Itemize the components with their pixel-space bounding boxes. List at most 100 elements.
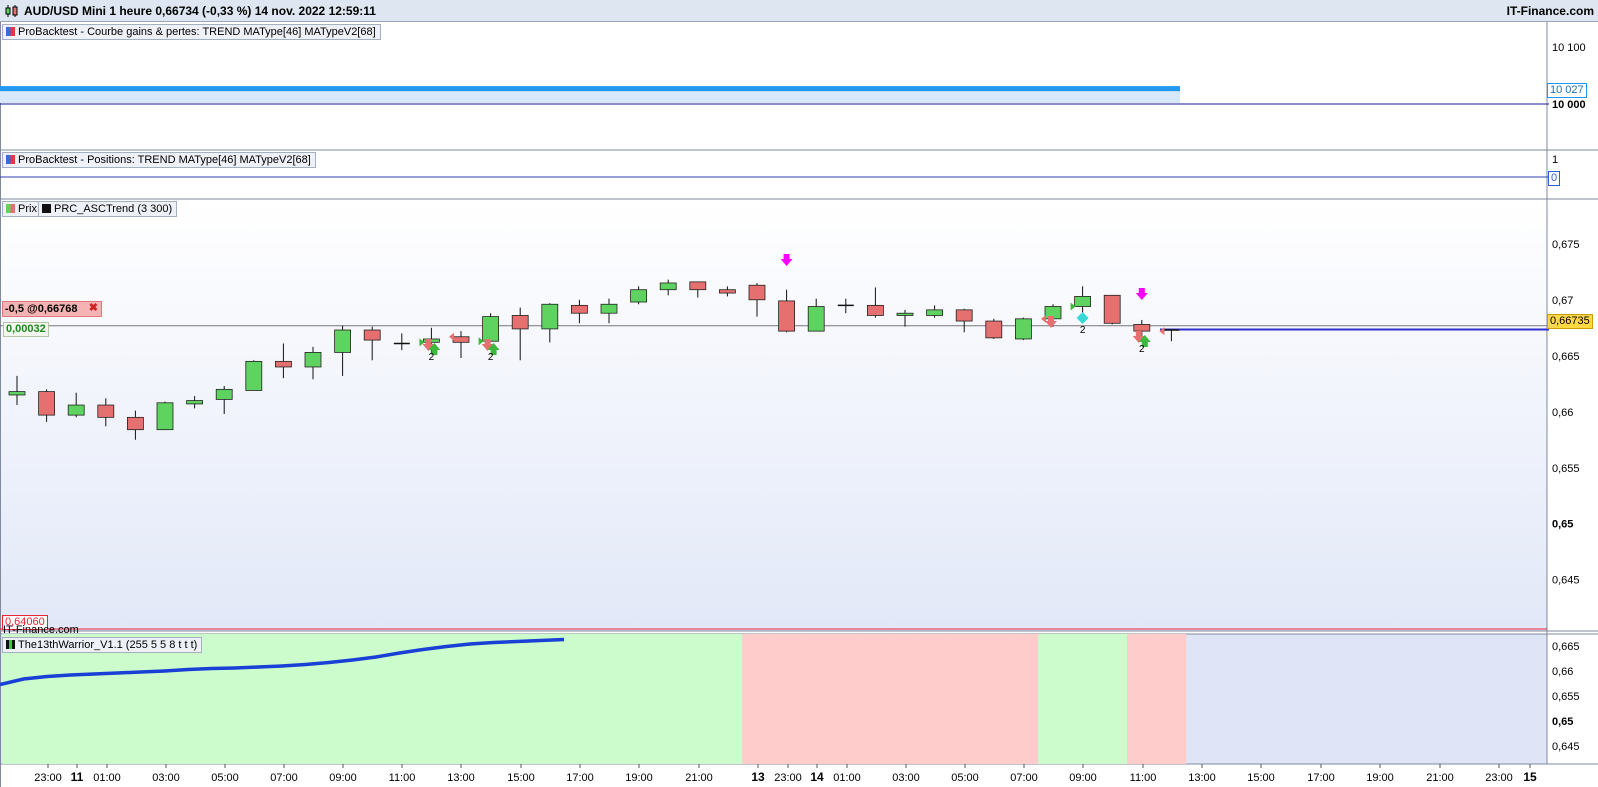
- signal-count-label: 2: [1080, 325, 1086, 336]
- candle-up: [600, 303, 618, 314]
- warrior-tick-label: 0,645: [1552, 741, 1580, 753]
- x-axis-label: 21:00: [685, 772, 713, 784]
- candle-up: [630, 289, 647, 303]
- price-tick-label: 0,67: [1552, 295, 1573, 307]
- x-axis-label: 03:00: [152, 772, 180, 784]
- x-axis-label: 11:00: [1130, 772, 1157, 784]
- candle-up: [482, 316, 500, 342]
- candle-down: [689, 281, 707, 291]
- bull-zone: [120, 634, 151, 764]
- equity-value-tag: 10 027: [1547, 83, 1587, 98]
- candle-up: [926, 309, 943, 316]
- candle-up: [8, 391, 26, 396]
- bear-zone: [860, 634, 891, 764]
- positions-value-tag: 0: [1548, 171, 1561, 186]
- x-axis-label: 15:00: [1247, 772, 1275, 784]
- positions-value-label: 0: [1551, 172, 1558, 184]
- x-axis-label: 05:00: [951, 772, 979, 784]
- x-axis-label: 15: [1523, 770, 1537, 784]
- bull-zone: [446, 634, 476, 764]
- equity-panel-label[interactable]: ProBacktest - Courbe gains & pertes: TRE…: [2, 24, 381, 40]
- bull-zone: [564, 634, 595, 764]
- x-axis-label: 11: [71, 770, 84, 784]
- bull-zone: [31, 634, 62, 764]
- candle-up: [1074, 296, 1091, 307]
- price-legend-indicator[interactable]: PRC_ASCTrend (3 300): [38, 201, 178, 217]
- candle-down: [38, 391, 55, 416]
- candle-up: [807, 306, 825, 332]
- candle-up: [896, 312, 914, 316]
- bull-zone: [91, 634, 121, 764]
- positions-panel-title: ProBacktest - Positions: TREND MAType[46…: [18, 154, 311, 166]
- x-axis-label: 23:00: [774, 772, 802, 784]
- positions-tick-label: 1: [1552, 154, 1558, 166]
- price-tick-label: 0,675: [1552, 239, 1580, 251]
- candle-down: [1103, 294, 1121, 324]
- x-axis-label: 07:00: [1010, 772, 1038, 784]
- bull-zone: [1067, 634, 1098, 764]
- warrior-tick-label: 0,655: [1552, 691, 1580, 703]
- candle-down: [97, 404, 115, 418]
- bear-zone: [1156, 634, 1187, 764]
- left-border: [0, 22, 1, 787]
- warrior-panel-label[interactable]: The13thWarrior_V1.1 (255 5 5 8 t t t): [2, 637, 203, 653]
- candle-up: [304, 352, 322, 368]
- close-icon[interactable]: ✖: [89, 302, 98, 315]
- bull-zone: [683, 634, 713, 764]
- x-axis-label: 03:00: [892, 772, 920, 784]
- candle-down: [778, 300, 795, 332]
- bear-zone: [771, 634, 802, 764]
- bull-zone: [594, 634, 624, 764]
- equity-panel-title: ProBacktest - Courbe gains & pertes: TRE…: [18, 26, 376, 38]
- warrior-tick-label: 0,665: [1552, 641, 1580, 653]
- candle-down: [274, 360, 292, 368]
- bear-zone: [919, 634, 950, 764]
- x-axis-label: 13:00: [1188, 772, 1216, 784]
- signal-count-label: 2: [429, 352, 435, 363]
- bull-zone: [712, 634, 743, 764]
- bull-zone: [1097, 634, 1127, 764]
- indicator-swatch-icon: [42, 204, 51, 213]
- price-tick-label: 0,645: [1552, 575, 1580, 587]
- candle-down: [719, 289, 736, 294]
- bear-zone: [1008, 634, 1039, 764]
- bull-zone: [327, 634, 358, 764]
- x-axis-label: 23:00: [1485, 772, 1513, 784]
- bull-zone: [268, 634, 299, 764]
- x-axis-label: 01:00: [93, 772, 121, 784]
- bull-zone: [623, 634, 654, 764]
- bull-zone: [416, 634, 447, 764]
- signal-count-label: 2: [1139, 344, 1145, 355]
- bull-zone: [2, 634, 32, 764]
- x-axis-label: 07:00: [270, 772, 298, 784]
- x-axis-label: 17:00: [1307, 772, 1335, 784]
- position-tag[interactable]: -0,5 @0,66768 ✖: [2, 301, 102, 317]
- bear-zone: [890, 634, 920, 764]
- prix-label: Prix: [18, 203, 37, 215]
- price-tick-label: 0,65: [1552, 519, 1573, 531]
- bear-zone: [979, 634, 1009, 764]
- x-axis-label: 13:00: [447, 772, 475, 784]
- x-axis-label: 09:00: [329, 772, 357, 784]
- equity-tick-label: 10 100: [1552, 42, 1586, 54]
- candle-down: [511, 315, 529, 330]
- pnl-tag: 0,00032: [3, 322, 49, 337]
- positions-panel-label[interactable]: ProBacktest - Positions: TREND MAType[46…: [2, 152, 316, 168]
- bull-zone: [505, 634, 535, 764]
- candle-up: [334, 329, 352, 353]
- price-tick-label: 0,665: [1552, 351, 1580, 363]
- candle-up: [67, 404, 85, 416]
- current-price-label: 0,66735: [1550, 315, 1590, 327]
- candle-down: [571, 304, 588, 314]
- x-axis-label: 19:00: [625, 772, 653, 784]
- candle-up: [245, 360, 263, 391]
- candle-down: [955, 309, 973, 322]
- candle-down: [452, 336, 470, 343]
- candle-up: [1015, 318, 1032, 340]
- x-axis-label: 01:00: [833, 772, 861, 784]
- bull-zone: [535, 634, 565, 764]
- candle-up: [186, 400, 204, 405]
- chart-canvas[interactable]: 10 100 10 000 1 0,675 0,67 0,665 0,66 0,655 0,65…: [0, 22, 1598, 787]
- bull-zone: [475, 634, 506, 764]
- price-legend-prix[interactable]: Prix: [2, 201, 42, 217]
